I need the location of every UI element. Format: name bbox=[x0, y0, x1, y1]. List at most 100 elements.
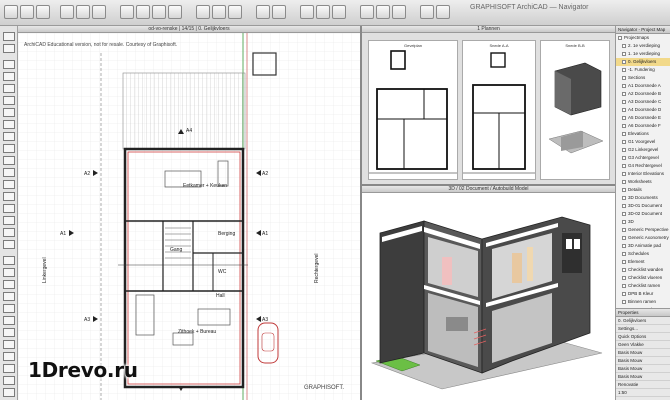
text-tool-icon[interactable] bbox=[3, 280, 15, 289]
toolbar-button[interactable] bbox=[376, 5, 390, 19]
stair-tool-icon[interactable] bbox=[3, 156, 15, 165]
zone-tool-icon[interactable] bbox=[3, 240, 15, 249]
toolbar-button[interactable] bbox=[300, 5, 314, 19]
toolbar-button[interactable] bbox=[436, 5, 450, 19]
toolbar-button[interactable] bbox=[36, 5, 50, 19]
door-tool-icon[interactable] bbox=[3, 192, 15, 201]
marquee-tool-icon[interactable] bbox=[3, 44, 15, 53]
navigator-item[interactable]: 3D-01 Document bbox=[616, 202, 670, 210]
3d-model-view[interactable] bbox=[362, 193, 615, 400]
railing-tool-icon[interactable] bbox=[3, 168, 15, 177]
elevation-tool-icon[interactable] bbox=[3, 376, 15, 385]
navigator-item[interactable]: 3D Documents bbox=[616, 194, 670, 202]
toolbar-button[interactable] bbox=[360, 5, 374, 19]
floor-plan-drawing[interactable]: Eetkamer + Keuken Berging Gang WC Hall Z… bbox=[18, 33, 362, 400]
wall-tool-icon[interactable] bbox=[3, 60, 15, 69]
toolbar-button[interactable] bbox=[60, 5, 74, 19]
mesh-tool-icon[interactable] bbox=[3, 144, 15, 153]
navigator-item[interactable]: G2 Linkergevel bbox=[616, 146, 670, 154]
3d-window-tab[interactable]: 3D / 02 Document / Autobuild Model bbox=[362, 186, 615, 193]
object-tool-icon[interactable] bbox=[3, 228, 15, 237]
beam-tool-icon[interactable] bbox=[3, 84, 15, 93]
toolbar-button[interactable] bbox=[152, 5, 166, 19]
layout-sheet-2[interactable]: Snede A-A bbox=[462, 40, 536, 180]
navigator-item[interactable]: A3 Doorsnede C bbox=[616, 98, 670, 106]
section-tool-icon[interactable] bbox=[3, 364, 15, 373]
curtain-wall-tool-icon[interactable] bbox=[3, 180, 15, 189]
navigator-item[interactable]: A6 Doorsnede F bbox=[616, 122, 670, 130]
navigator-item[interactable]: Details bbox=[616, 186, 670, 194]
plan-window-tab[interactable]: od-vo-renske | 14/15 | 0. Gelijkvloers bbox=[18, 26, 360, 33]
navigator-item[interactable]: 3D bbox=[616, 218, 670, 226]
property-row[interactable]: 0. Gelijkvloers bbox=[616, 317, 670, 325]
layout-sheet-3[interactable]: Snede B-B bbox=[540, 40, 610, 180]
navigator-item[interactable]: Generic Perspective bbox=[616, 226, 670, 234]
toolbar-button[interactable] bbox=[196, 5, 210, 19]
slab-tool-icon[interactable] bbox=[3, 96, 15, 105]
shell-tool-icon[interactable] bbox=[3, 120, 15, 129]
roof-tool-icon[interactable] bbox=[3, 108, 15, 117]
dimension-tool-icon[interactable] bbox=[3, 256, 15, 265]
navigator-item[interactable]: 0. Gelijkvloers bbox=[616, 58, 670, 66]
toolbar-button[interactable] bbox=[92, 5, 106, 19]
navigator-item[interactable]: Sections bbox=[616, 74, 670, 82]
navigator-item[interactable]: Generic Axonometry bbox=[616, 234, 670, 242]
fill-tool-icon[interactable] bbox=[3, 304, 15, 313]
property-row[interactable]: Basis Mouw bbox=[616, 373, 670, 381]
toolbar-button[interactable] bbox=[136, 5, 150, 19]
property-row[interactable]: 1:50 bbox=[616, 389, 670, 397]
navigator-item[interactable]: Interior Elevations bbox=[616, 170, 670, 178]
navigator-item[interactable]: Checklist vloeren bbox=[616, 274, 670, 282]
toolbar-button[interactable] bbox=[332, 5, 346, 19]
toolbar-button[interactable] bbox=[20, 5, 34, 19]
window-tool-icon[interactable] bbox=[3, 204, 15, 213]
column-tool-icon[interactable] bbox=[3, 72, 15, 81]
navigator-item[interactable]: Checklist ramen bbox=[616, 282, 670, 290]
navigator-item[interactable]: Schedules bbox=[616, 250, 670, 258]
navigator-item[interactable]: 2. 1e verdieping bbox=[616, 42, 670, 50]
property-row[interactable]: Renovatie bbox=[616, 381, 670, 389]
navigator-item[interactable]: 3D Animatie pad bbox=[616, 242, 670, 250]
navigator-item[interactable]: Checklist wanden bbox=[616, 266, 670, 274]
navigator-item[interactable]: Worksheets bbox=[616, 178, 670, 186]
toolbar-button[interactable] bbox=[4, 5, 18, 19]
arrow-tool-icon[interactable] bbox=[3, 32, 15, 41]
navigator-item[interactable]: Element bbox=[616, 258, 670, 266]
property-row[interactable]: Quick Options bbox=[616, 333, 670, 341]
skylight-tool-icon[interactable] bbox=[3, 216, 15, 225]
line-tool-icon[interactable] bbox=[3, 316, 15, 325]
navigator-item[interactable]: G1 Voorgevel bbox=[616, 138, 670, 146]
navigator-item[interactable]: 1. 1e verdieping bbox=[616, 50, 670, 58]
navigator-item[interactable]: -1. Fundering bbox=[616, 66, 670, 74]
layout-window[interactable]: 1 Plannen Gevelplan Snede A-A Snede B-B bbox=[362, 26, 615, 186]
navigator-item[interactable]: A5 Doorsnede E bbox=[616, 114, 670, 122]
property-row[interactable]: Settings... bbox=[616, 325, 670, 333]
level-tool-icon[interactable] bbox=[3, 268, 15, 277]
layout-sheet-1[interactable]: Gevelplan bbox=[368, 40, 458, 180]
navigator-item[interactable]: 3D-02 Document bbox=[616, 210, 670, 218]
property-row[interactable]: Basis Mouw bbox=[616, 349, 670, 357]
toolbar-button[interactable] bbox=[212, 5, 226, 19]
navigator-item[interactable]: DPB B Kleur bbox=[616, 290, 670, 298]
floor-plan-window[interactable]: od-vo-renske | 14/15 | 0. Gelijkvloers E… bbox=[18, 26, 362, 400]
toolbar-button[interactable] bbox=[168, 5, 182, 19]
morph-tool-icon[interactable] bbox=[3, 132, 15, 141]
navigator-item[interactable]: Projectmaps bbox=[616, 34, 670, 42]
arc-tool-icon[interactable] bbox=[3, 328, 15, 337]
label-tool-icon[interactable] bbox=[3, 292, 15, 301]
detail-tool-icon[interactable] bbox=[3, 388, 15, 397]
toolbar-button[interactable] bbox=[76, 5, 90, 19]
toolbar-button[interactable] bbox=[120, 5, 134, 19]
navigator-item[interactable]: Binnen ramen bbox=[616, 298, 670, 306]
navigator-item[interactable]: A2 Doorsnede B bbox=[616, 90, 670, 98]
navigator-item[interactable]: A1 Doorsnede A bbox=[616, 82, 670, 90]
toolbar-button[interactable] bbox=[272, 5, 286, 19]
toolbar-button[interactable] bbox=[228, 5, 242, 19]
property-row[interactable]: Basis Mouw bbox=[616, 365, 670, 373]
layout-window-tab[interactable]: 1 Plannen bbox=[362, 26, 615, 33]
property-row[interactable]: Basis Mouw bbox=[616, 357, 670, 365]
property-row[interactable]: Geen Vlakke bbox=[616, 341, 670, 349]
polyline-tool-icon[interactable] bbox=[3, 340, 15, 349]
navigator-item[interactable]: A4 Doorsnede D bbox=[616, 106, 670, 114]
toolbar-button[interactable] bbox=[392, 5, 406, 19]
